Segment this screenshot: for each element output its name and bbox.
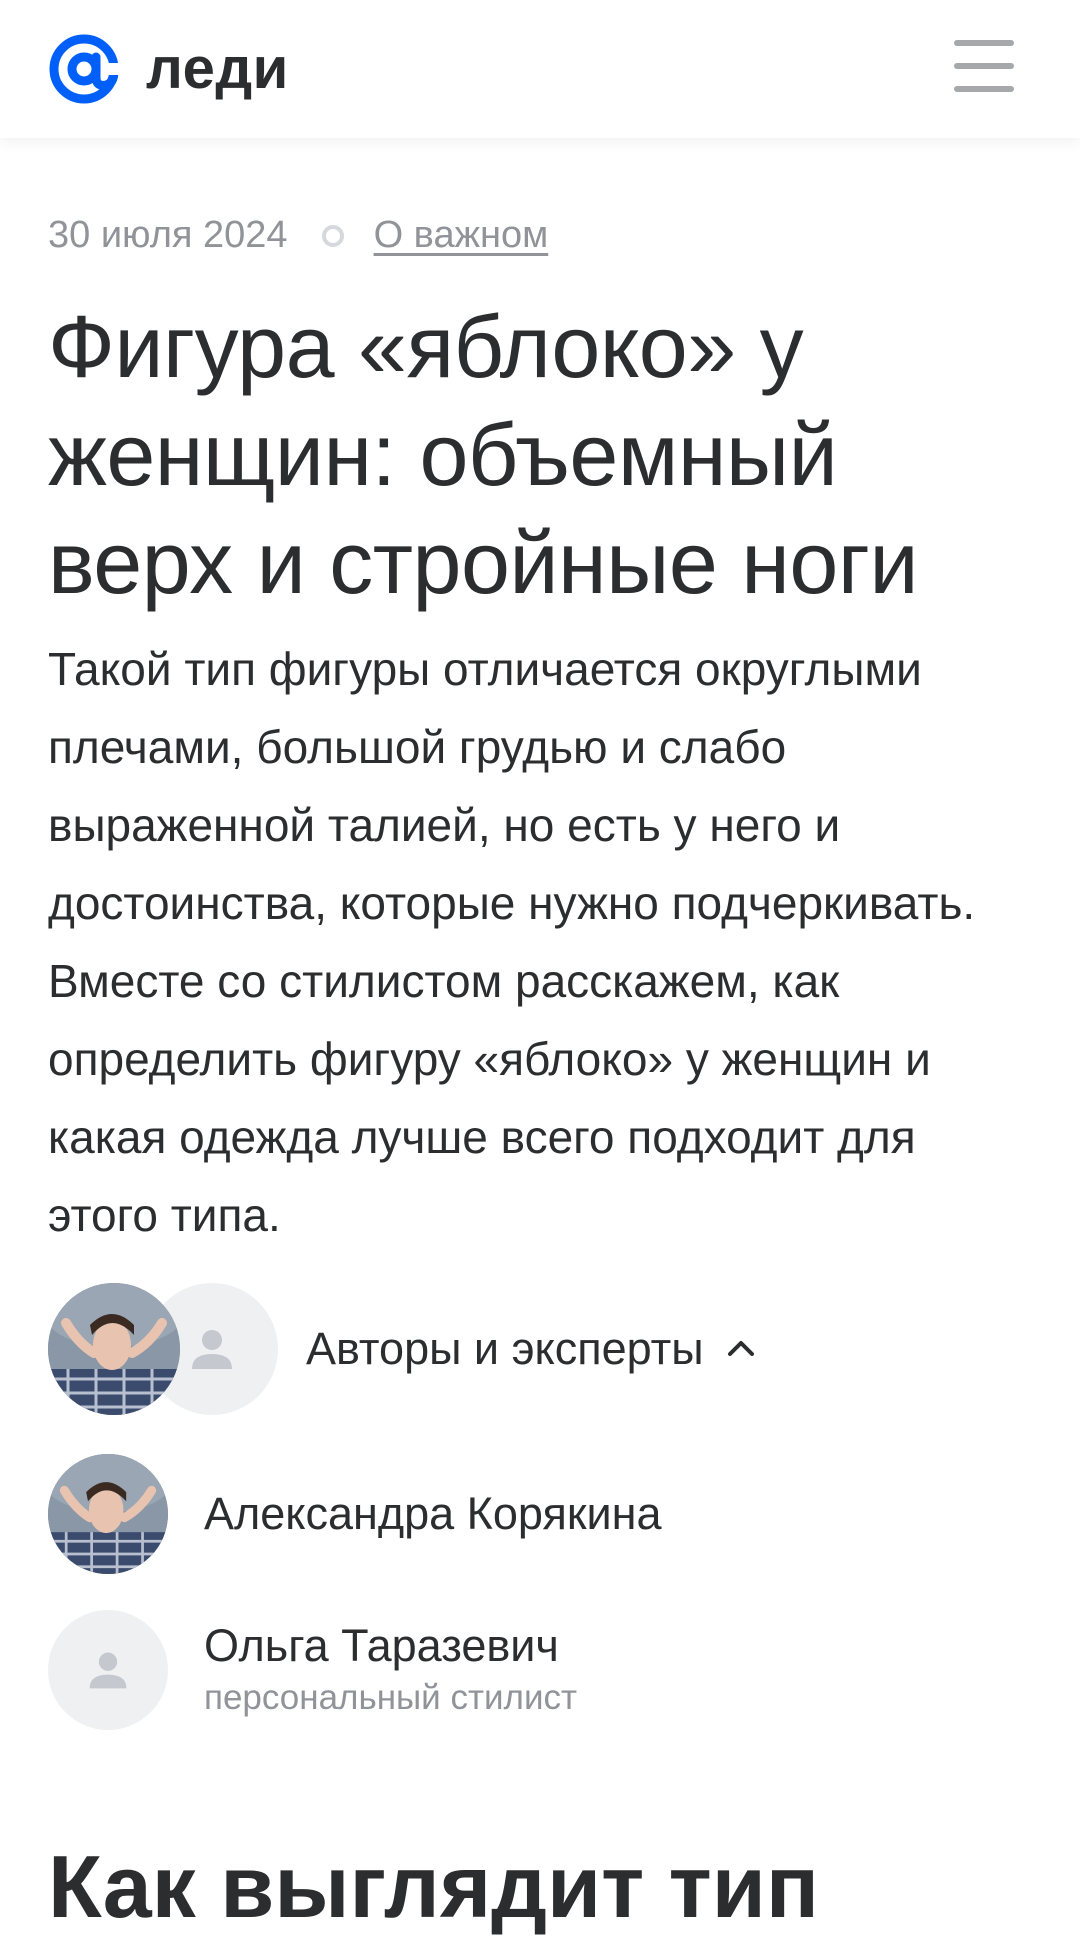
user-placeholder-icon: [192, 1330, 232, 1369]
at-sign-icon: [49, 34, 119, 104]
expert-info: Ольга Таразевич персональный стилист: [204, 1618, 577, 1722]
author-photo: [48, 1454, 168, 1574]
separator-dot-icon: [321, 224, 344, 247]
user-placeholder-icon: [89, 1652, 127, 1689]
expert-item[interactable]: Александра Корякина: [48, 1454, 662, 1574]
authors-label: Авторы и эксперты: [306, 1323, 704, 1374]
section-heading: Как выглядит тип: [48, 1837, 820, 1936]
authors-toggle[interactable]: Авторы и эксперты: [48, 1283, 1038, 1415]
article-date: 30 июля 2024: [48, 214, 288, 256]
avatar: [48, 1454, 168, 1574]
avatar: [48, 1283, 180, 1415]
expert-name: Ольга Таразевич: [204, 1620, 559, 1671]
chevron-up-icon: [727, 1341, 754, 1356]
expert-name: Александра Корякина: [204, 1488, 662, 1539]
author-photo: [48, 1283, 180, 1415]
article-title: Фигура «яблоко» у женщин: объемный верх …: [48, 297, 919, 612]
expert-info: Александра Корякина: [204, 1486, 662, 1542]
logo-text: леди: [146, 36, 289, 101]
expert-role: персональный стилист: [204, 1678, 578, 1717]
authors-avatar-stack: [48, 1283, 278, 1415]
hamburger-menu-icon[interactable]: [954, 40, 1014, 92]
article-meta: 30 июля 2024 О важном: [48, 214, 548, 257]
site-logo[interactable]: леди: [48, 33, 289, 105]
expert-item[interactable]: Ольга Таразевич персональный стилист: [48, 1610, 577, 1730]
article-lead: Такой тип фигуры отличается округлыми пл…: [48, 643, 976, 1241]
site-header: леди: [0, 0, 1080, 138]
category-link[interactable]: О важном: [374, 214, 549, 257]
avatar: [48, 1610, 168, 1730]
